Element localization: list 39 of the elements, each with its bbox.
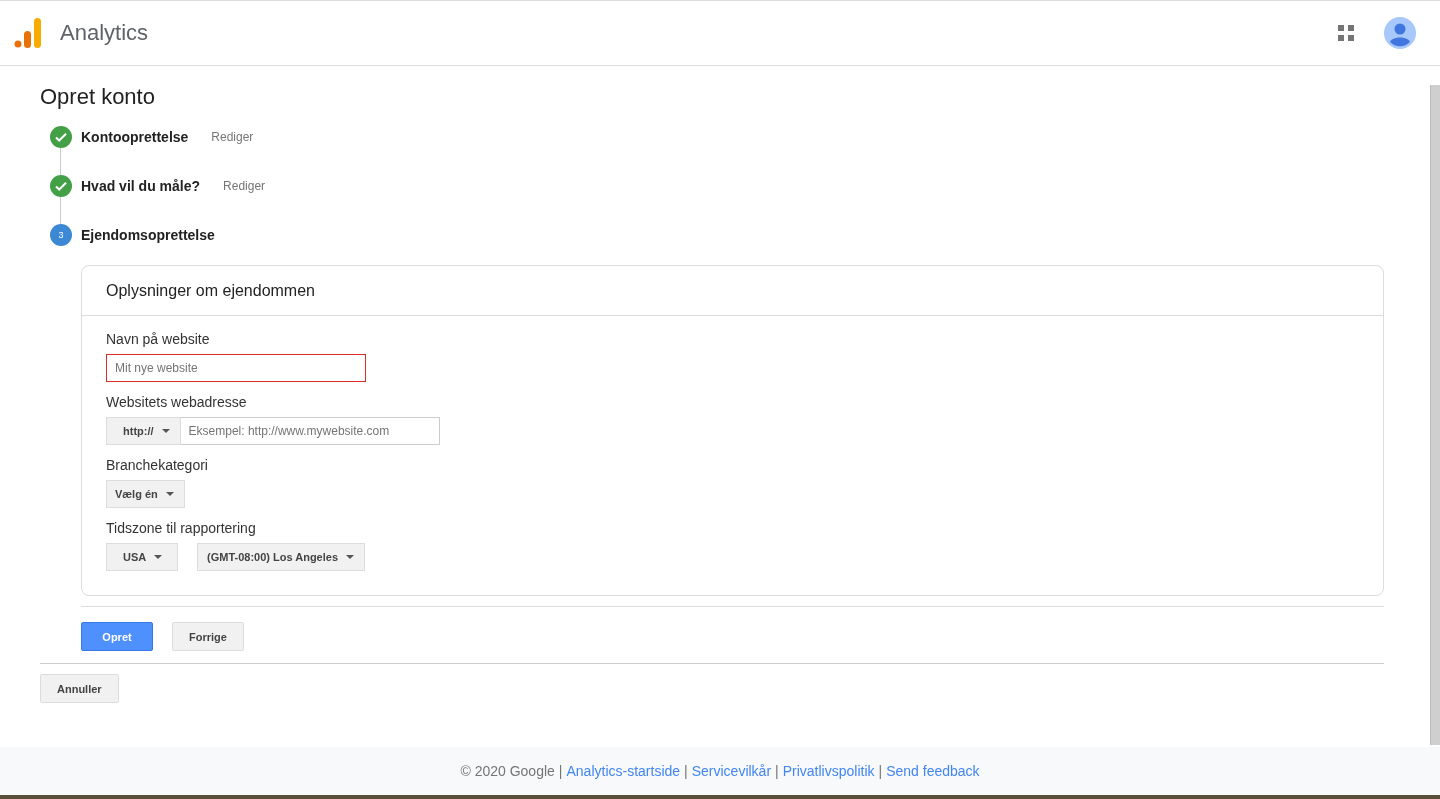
country-dropdown[interactable]: USA — [106, 543, 178, 571]
edit-link[interactable]: Rediger — [223, 179, 266, 193]
footer-separator: | — [558, 763, 563, 779]
step-label: Kontooprettelse — [81, 129, 189, 145]
field-label: Tidszone til rapportering — [106, 520, 257, 536]
website-name-input[interactable]: Mit nye website — [106, 354, 366, 382]
avatar-icon[interactable] — [1384, 17, 1416, 49]
step-label: Ejendomsoprettelse — [81, 227, 215, 243]
footer-separator: | — [878, 763, 883, 779]
bar-chart-logo-icon — [14, 18, 42, 48]
field-label: Navn på website — [106, 331, 211, 347]
scrollbar-thumb[interactable] — [1430, 85, 1440, 745]
copyright-text: © 2020 Google — [460, 763, 555, 779]
app-title: Analytics — [60, 20, 150, 46]
footer-link[interactable]: Send feedback — [886, 763, 980, 779]
card-title: Oplysninger om ejendommen — [82, 266, 1383, 316]
footer-link[interactable]: Privatlivspolitik — [782, 763, 875, 779]
timezone-dropdown[interactable]: (GMT-08:00) Los Angeles — [197, 543, 365, 571]
step-label: Hvad vil du måle? — [81, 178, 201, 194]
create-button[interactable]: Opret — [81, 622, 153, 651]
caret-icon — [165, 492, 174, 496]
step-number: 3 — [50, 224, 72, 246]
cancel-button[interactable]: Annuller — [40, 674, 119, 703]
edit-link[interactable]: Rediger — [211, 130, 254, 144]
footer-separator: | — [684, 763, 688, 779]
caret-icon — [346, 555, 354, 559]
footer-separator: | — [775, 763, 779, 779]
page-title: Opret konto — [40, 84, 156, 110]
caret-icon — [154, 555, 163, 559]
category-dropdown[interactable]: Vælg én — [106, 480, 185, 508]
footer-link[interactable]: Analytics-startside — [566, 763, 681, 779]
footer-link[interactable]: Servicevilkår — [691, 763, 772, 779]
url-input[interactable]: Eksempel: http://www.mywebsite.com — [180, 417, 440, 445]
back-button[interactable]: Forrige — [172, 622, 244, 651]
field-label: Branchekategori — [106, 457, 209, 473]
field-label: Websitets webadresse — [106, 394, 248, 410]
caret-icon — [161, 429, 170, 433]
protocol-dropdown[interactable]: http:// — [106, 417, 181, 445]
apps-grid-icon[interactable] — [1338, 25, 1354, 41]
